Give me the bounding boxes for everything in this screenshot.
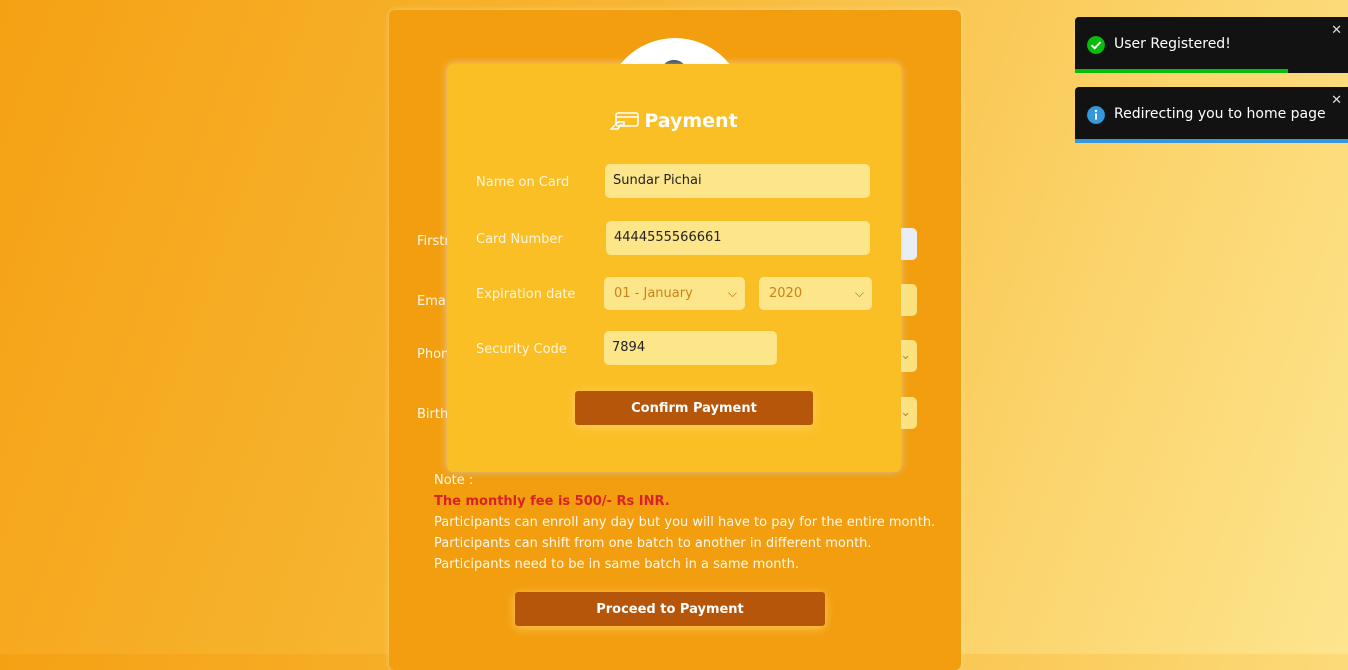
expiry-month-value: 01 - January — [614, 286, 693, 301]
note-heading: Note : — [434, 473, 474, 488]
close-icon[interactable]: ✕ — [1331, 23, 1342, 38]
expiry-year-value: 2020 — [769, 286, 803, 301]
card-payment-icon — [609, 112, 640, 130]
toast-progress-bar — [1075, 139, 1348, 143]
payment-title: Payment — [447, 110, 901, 132]
info-circle-icon — [1087, 106, 1105, 124]
expiry-month-select[interactable]: 01 - January ⌵ — [604, 277, 745, 310]
payment-modal: Payment Name on Card Sundar Pichai Card … — [447, 64, 901, 472]
close-icon[interactable]: ✕ — [1331, 93, 1342, 108]
note-line: Participants need to be in same batch in… — [434, 557, 799, 572]
security-code-input[interactable]: 7894 — [604, 331, 777, 365]
security-code-label: Security Code — [476, 342, 567, 357]
card-number-input[interactable]: 4444555566661 — [606, 221, 870, 255]
name-on-card-input[interactable]: Sundar Pichai — [605, 164, 870, 198]
phone-label: Phon — [417, 347, 450, 362]
payment-title-text: Payment — [644, 110, 738, 132]
expiration-date-label: Expiration date — [476, 287, 576, 302]
toast-message: User Registered! — [1114, 36, 1231, 52]
card-number-label: Card Number — [476, 232, 563, 247]
chevron-down-icon: ⌄ — [900, 348, 911, 363]
fee-text: The monthly fee is 500/- Rs INR. — [434, 494, 670, 509]
toast-redirecting[interactable]: Redirecting you to home page ✕ — [1075, 87, 1348, 143]
chevron-down-icon: ⌵ — [727, 286, 737, 300]
fee-note: Note : The monthly fee is 500/- Rs INR. … — [434, 470, 935, 575]
toast-user-registered[interactable]: User Registered! ✕ — [1075, 17, 1348, 73]
toast-message: Redirecting you to home page — [1114, 106, 1326, 122]
chevron-down-icon: ⌄ — [900, 405, 911, 420]
toast-progress-bar — [1075, 69, 1288, 73]
name-on-card-label: Name on Card — [476, 175, 570, 190]
chevron-down-icon: ⌵ — [854, 286, 864, 300]
birth-label: Birth — [417, 407, 449, 422]
expiry-year-select[interactable]: 2020 ⌵ — [759, 277, 872, 310]
proceed-to-payment-button[interactable]: Proceed to Payment — [515, 592, 825, 626]
note-line: Participants can shift from one batch to… — [434, 536, 872, 551]
confirm-payment-button[interactable]: Confirm Payment — [575, 391, 813, 425]
check-circle-icon — [1087, 36, 1105, 54]
note-line: Participants can enroll any day but you … — [434, 515, 936, 530]
